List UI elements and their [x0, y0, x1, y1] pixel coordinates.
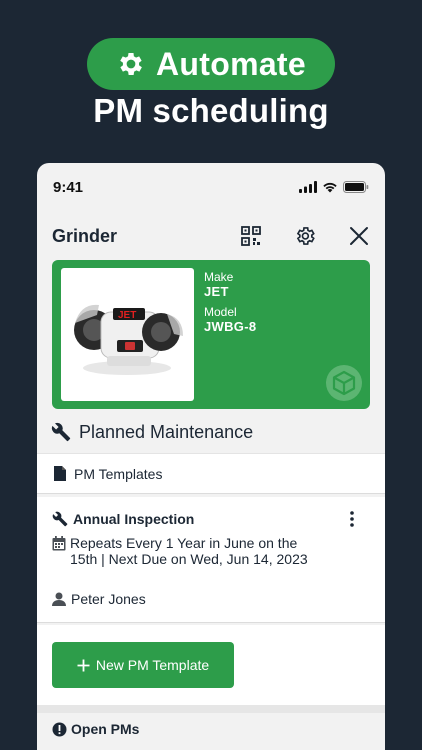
- status-bar: 9:41: [37, 163, 385, 211]
- alert-icon: [52, 722, 67, 737]
- battery-icon: [343, 181, 369, 193]
- asset-photo[interactable]: JET: [61, 268, 194, 401]
- new-pm-template-button[interactable]: New PM Template: [52, 642, 234, 688]
- phone-screen: 9:41 Grinder JET Make JET Model JWBG-8 P…: [37, 163, 385, 750]
- status-time: 9:41: [53, 178, 84, 196]
- inspection-schedule: Repeats Every 1 Year in June on the 15th…: [52, 535, 312, 567]
- model-label: Model: [204, 305, 237, 319]
- more-options-icon[interactable]: [347, 509, 357, 529]
- close-button[interactable]: [346, 223, 372, 249]
- promo-subtitle: PM scheduling: [93, 92, 329, 129]
- asset-title: Grinder: [52, 225, 118, 246]
- document-icon: [54, 466, 66, 481]
- wrench-icon: [52, 511, 68, 527]
- pm-action-panel: New PM Template: [37, 625, 385, 705]
- signal-icon: [299, 181, 317, 193]
- calendar-icon: [52, 536, 66, 551]
- status-icons: [299, 181, 369, 193]
- wrench-icon: [51, 422, 71, 442]
- promo-pill-label: Automate: [156, 45, 306, 82]
- planned-maintenance-title: Planned Maintenance: [79, 421, 254, 442]
- settings-icon: [296, 227, 315, 245]
- inspection-title: Annual Inspection: [73, 511, 195, 527]
- asset-card[interactable]: JET Make JET Model JWBG-8: [52, 260, 370, 409]
- assignee-name: Peter Jones: [71, 591, 146, 607]
- gear-icon: [120, 53, 142, 75]
- asset-meta: Make JET Model JWBG-8: [204, 270, 256, 340]
- make-value: JET: [204, 284, 229, 299]
- bench-grinder-image: JET: [74, 304, 183, 375]
- grinder-brand-text: JET: [118, 310, 136, 321]
- pm-templates-label: PM Templates: [74, 465, 163, 482]
- section-divider: [37, 705, 385, 713]
- model-value: JWBG-8: [204, 319, 257, 334]
- person-icon: [52, 592, 66, 606]
- cube-icon: [326, 365, 362, 401]
- asset-header: Grinder: [52, 221, 372, 251]
- plus-icon: [77, 659, 90, 671]
- qr-code-button[interactable]: [238, 223, 264, 249]
- promo-pill: Automate: [87, 38, 335, 90]
- inspection-repeat-text: Repeats Every 1 Year in June on the 15th…: [70, 535, 308, 567]
- planned-maintenance-heading: Planned Maintenance: [51, 419, 253, 445]
- open-pms-heading[interactable]: Open PMs: [37, 713, 385, 750]
- wifi-icon: [323, 182, 337, 193]
- inspection-assignee: Peter Jones: [52, 591, 146, 607]
- close-icon: [350, 227, 368, 245]
- open-pms-label: Open PMs: [71, 721, 140, 737]
- new-pm-template-label: New PM Template: [95, 657, 210, 673]
- inspection-title-row: Annual Inspection: [52, 511, 194, 527]
- qr-code-icon: [241, 226, 261, 246]
- make-label: Make: [204, 270, 234, 284]
- pm-templates-row[interactable]: PM Templates: [37, 453, 385, 494]
- settings-button[interactable]: [292, 223, 318, 249]
- pm-template-card[interactable]: Annual Inspection Repeats Every 1 Year i…: [37, 497, 385, 623]
